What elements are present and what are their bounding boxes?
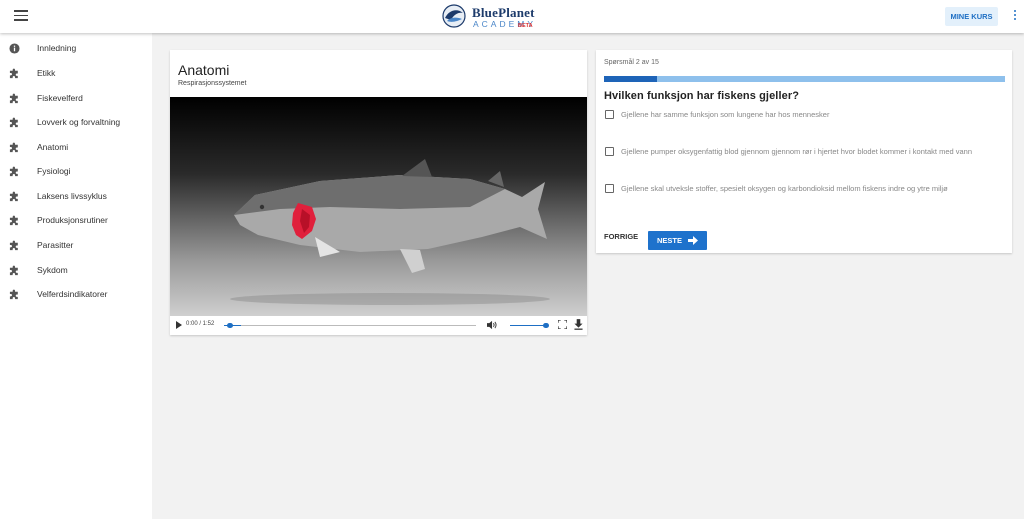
blueplanet-logo[interactable]: BluePlanet ACADEMY BETA: [442, 3, 542, 31]
sidebar-item-produksjonsrutiner[interactable]: Produksjonsrutiner: [0, 209, 152, 233]
puzzle-icon: [9, 142, 18, 153]
puzzle-icon: [9, 93, 18, 104]
sidebar-item-parasitter[interactable]: Parasitter: [0, 234, 152, 258]
sidebar-item-label: Lovverk og forvaltning: [37, 117, 121, 127]
puzzle-icon: [9, 166, 18, 177]
video-title: Anatomi: [178, 62, 230, 78]
quiz-card: Spørsmål 2 av 15 Hvilken funksjon har fi…: [596, 50, 1012, 253]
answer-option-1[interactable]: Gjellene har samme funksjon som lungene …: [605, 108, 1010, 122]
quiz-progress-fill: [604, 76, 658, 82]
info-icon: [9, 43, 20, 54]
answer-option-label: Gjellene skal utveksle stoffer, spesielt…: [621, 184, 948, 193]
arrow-right-icon: [688, 236, 698, 245]
answer-option-3[interactable]: Gjellene skal utveksle stoffer, spesielt…: [605, 182, 1010, 196]
next-button-label: NESTE: [657, 236, 683, 245]
seek-slider[interactable]: [224, 322, 476, 328]
sidebar-item-label: Laksens livssyklus: [37, 191, 107, 201]
sidebar-item-etikk[interactable]: Etikk: [0, 62, 152, 86]
video-card: Anatomi Respirasjonssystemet 0:00 / 1:52: [170, 50, 587, 335]
video-subtitle: Respirasjonssystemet: [178, 80, 247, 87]
sidebar-item-sykdom[interactable]: Sykdom: [0, 259, 152, 283]
fullscreen-icon[interactable]: [558, 320, 567, 329]
sidebar-item-velferdsindikatorer[interactable]: Velferdsindikatorer: [0, 283, 152, 307]
sidebar-item-lovverk[interactable]: Lovverk og forvaltning: [0, 111, 152, 135]
volume-level: [510, 324, 545, 326]
question-counter: Spørsmål 2 av 15: [604, 59, 659, 66]
sidebar-item-innledning[interactable]: Innledning: [0, 37, 152, 61]
sidebar-item-anatomi[interactable]: Anatomi: [0, 136, 152, 160]
puzzle-icon: [9, 68, 18, 79]
globe-logo-icon: [442, 4, 466, 28]
video-time: 0:00 / 1:52: [186, 321, 215, 327]
sidebar-item-label: Fysiologi: [37, 166, 71, 176]
sidebar-item-label: Anatomi: [37, 142, 69, 152]
top-bar: BluePlanet ACADEMY BETA MINE KURS: [0, 0, 1024, 33]
video-controls: 0:00 / 1:52: [170, 316, 587, 335]
download-icon[interactable]: [574, 319, 583, 330]
course-sidebar: Innledning Etikk Fiskevelferd Lovverk og…: [0, 33, 152, 519]
checkbox[interactable]: [605, 184, 614, 193]
checkbox[interactable]: [605, 147, 614, 156]
sidebar-item-label: Parasitter: [37, 240, 74, 250]
next-button[interactable]: NESTE: [648, 231, 707, 250]
sidebar-item-label: Sykdom: [37, 265, 68, 275]
beta-badge: BETA: [518, 23, 533, 29]
salmon-gill-illustration: [230, 159, 550, 305]
puzzle-icon: [9, 117, 18, 128]
mine-kurs-button[interactable]: MINE KURS: [945, 7, 998, 26]
puzzle-icon: [9, 240, 18, 251]
previous-button[interactable]: FORRIGE: [604, 232, 638, 241]
puzzle-icon: [9, 289, 18, 300]
sidebar-item-label: Fiskevelferd: [37, 93, 83, 103]
play-icon[interactable]: [176, 321, 182, 329]
volume-slider[interactable]: [510, 322, 549, 328]
sidebar-item-label: Velferdsindikatorer: [37, 289, 108, 299]
question-text: Hvilken funksjon har fiskens gjeller?: [604, 90, 800, 102]
sidebar-item-label: Produksjonsrutiner: [37, 215, 108, 225]
answer-option-label: Gjellene har samme funksjon som lungene …: [621, 110, 830, 119]
checkbox[interactable]: [605, 110, 614, 119]
sidebar-item-fysiologi[interactable]: Fysiologi: [0, 160, 152, 184]
hamburger-menu-icon[interactable]: [14, 10, 28, 22]
answer-option-2[interactable]: Gjellene pumper oksygenfattig blod gjenn…: [605, 145, 1010, 159]
volume-icon[interactable]: [487, 320, 498, 330]
more-vert-icon[interactable]: [1011, 10, 1019, 24]
seek-handle[interactable]: [227, 322, 233, 328]
video-player[interactable]: [170, 97, 587, 316]
sidebar-item-fiskevelferd[interactable]: Fiskevelferd: [0, 87, 152, 111]
puzzle-icon: [9, 265, 18, 276]
answer-option-label: Gjellene pumper oksygenfattig blod gjenn…: [621, 147, 973, 156]
quiz-progress-bar: [604, 76, 1005, 82]
puzzle-icon: [9, 191, 18, 202]
sidebar-item-label: Etikk: [37, 68, 56, 78]
sidebar-item-label: Innledning: [37, 43, 77, 53]
volume-handle[interactable]: [543, 322, 549, 328]
puzzle-icon: [9, 215, 18, 226]
sidebar-item-livssyklus[interactable]: Laksens livssyklus: [0, 185, 152, 209]
